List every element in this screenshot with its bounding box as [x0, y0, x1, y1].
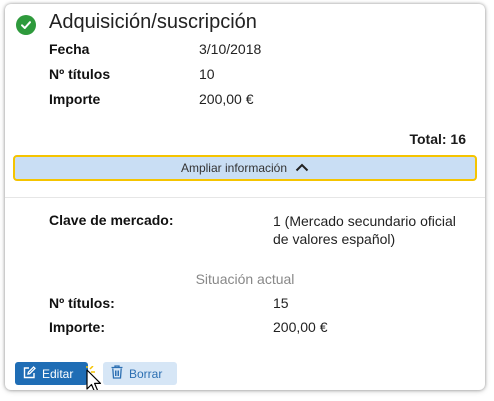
edit-label: Editar: [42, 366, 74, 381]
divider: [5, 197, 485, 198]
mouse-pointer-icon: [80, 364, 109, 390]
situation-titulos-label: Nº títulos:: [49, 295, 115, 311]
edit-icon: [23, 365, 36, 382]
delete-button[interactable]: Borrar: [103, 362, 177, 385]
situation-importe-label: Importe:: [49, 319, 105, 335]
check-circle-icon: [16, 15, 36, 35]
delete-label: Borrar: [129, 366, 163, 381]
situation-importe-value: 200,00 €: [273, 319, 328, 335]
fecha-value: 3/10/2018: [199, 41, 262, 57]
operation-card: Adquisición/suscripción Fecha 3/10/2018 …: [5, 4, 485, 390]
chevron-up-icon: [295, 161, 309, 175]
importe-value: 200,00 €: [199, 91, 254, 107]
market-value: 1 (Mercado secundario oficial de valores…: [273, 213, 456, 247]
market-label: Clave de mercado:: [49, 212, 174, 228]
importe-label: Importe: [49, 91, 101, 107]
situation-titulos-value: 15: [273, 295, 289, 311]
expand-info-button[interactable]: Ampliar información: [13, 155, 477, 181]
titulos-value: 10: [199, 66, 215, 82]
expand-info-label: Ampliar información: [180, 161, 288, 175]
titulos-label: Nº títulos: [49, 66, 111, 82]
edit-button[interactable]: Editar: [15, 362, 88, 385]
card-title: Adquisición/suscripción: [49, 11, 257, 33]
trash-icon: [111, 365, 123, 382]
fecha-label: Fecha: [49, 41, 90, 57]
situation-heading: Situación actual: [195, 271, 295, 287]
total-value: Total: 16: [409, 131, 466, 147]
